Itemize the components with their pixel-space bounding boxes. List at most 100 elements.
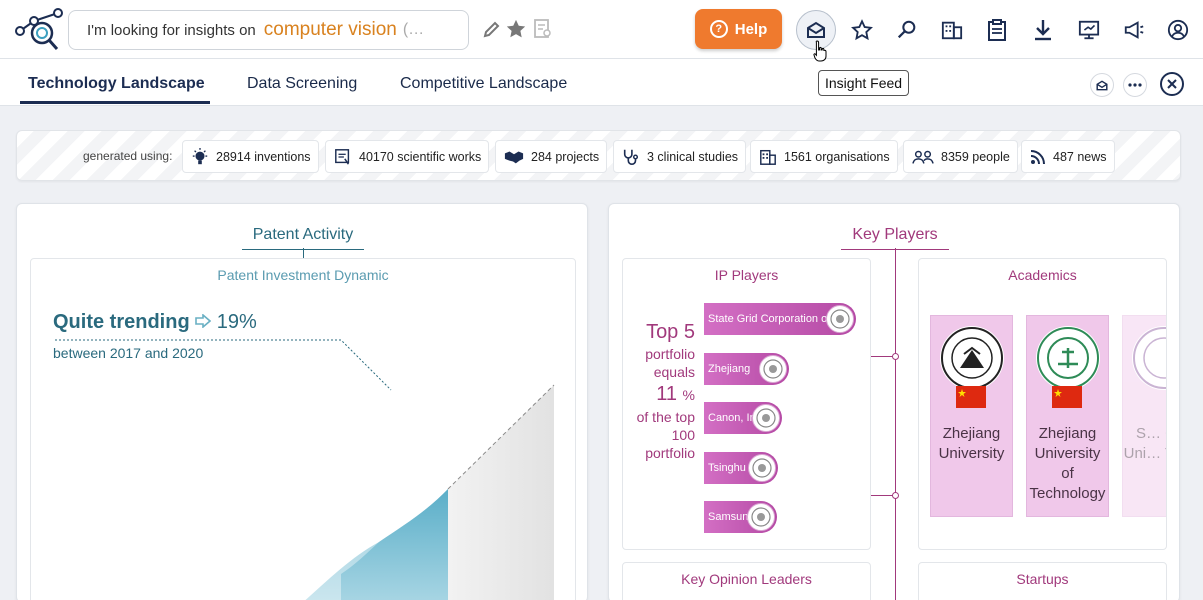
patent-trend-chart [55, 339, 555, 600]
clinical-studies-chip[interactable]: 3 clinical studies [613, 140, 747, 173]
projects-chip[interactable]: 284 projects [495, 140, 608, 173]
tab-technology-landscape[interactable]: Technology Landscape [28, 75, 205, 93]
china-flag-icon [1052, 386, 1082, 408]
ip-player-name: Tsinghu [708, 461, 746, 474]
search-topic-text: computer vision [263, 19, 397, 40]
active-tab-indicator [20, 101, 210, 104]
title-connector [303, 248, 304, 258]
scientific-works-chip[interactable]: 40170 scientific works [325, 140, 490, 173]
clipboard-icon[interactable] [981, 14, 1013, 46]
chip-label: 1561 organisations [784, 149, 890, 164]
ip-player-bar[interactable]: Zhejiang [704, 352, 789, 385]
key-players-panel: Key Players IP Players Top 5 portfolio e… [608, 203, 1180, 600]
ip-player-name: Zhejiang [708, 362, 751, 375]
university-seal-icon [1036, 326, 1100, 390]
key-opinion-leaders-card: Key Opinion Leaders [622, 562, 871, 600]
question-icon: ? [709, 20, 728, 38]
download-icon[interactable] [1027, 14, 1059, 46]
academics-title: Academics [1008, 267, 1077, 283]
handshake-icon [504, 151, 524, 163]
ip-player-name: Samsun [708, 511, 749, 523]
building-icon [760, 149, 776, 165]
document-icon [335, 148, 350, 165]
favorite-star-icon[interactable] [505, 18, 527, 40]
startups-card: Startups [918, 562, 1167, 600]
more-options-icon[interactable] [1123, 73, 1147, 97]
stat-line: of the top [636, 409, 695, 425]
chip-label: 284 projects [531, 149, 600, 164]
company-logo-icon [826, 305, 854, 333]
company-logo-icon [748, 453, 776, 482]
presentation-icon[interactable] [1073, 14, 1105, 46]
chip-label: 40170 scientific works [359, 149, 482, 164]
organisations-chip[interactable]: 1561 organisations [750, 140, 898, 173]
stat-top5: Top 5 [646, 321, 695, 343]
academic-card[interactable]: Zhejiang University [930, 315, 1013, 517]
user-account-icon[interactable] [1162, 14, 1194, 46]
ip-player-bar[interactable]: State Grid Corporation o [704, 303, 856, 335]
tab-data-screening[interactable]: Data Screening [247, 75, 357, 93]
university-seal-icon [1132, 326, 1166, 390]
people-chip[interactable]: 8359 people [903, 140, 1018, 173]
lightbulb-icon [192, 147, 208, 164]
stat-line: equals [653, 364, 695, 380]
ip-player-bar[interactable]: Canon, Inc [704, 402, 782, 434]
patent-activity-title: Patent Activity [242, 226, 364, 250]
ip-players-card: IP Players Top 5 portfolio equals 11 % o… [622, 258, 871, 550]
chip-label: 487 news [1053, 149, 1107, 164]
stat-line: portfolio [645, 346, 695, 362]
search-prefix-text: I'm looking for insights on [87, 21, 256, 39]
key-players-spine [895, 248, 896, 600]
academic-name: Zhejiang University [938, 425, 1005, 462]
key-opinion-leaders-title: Key Opinion Leaders [681, 571, 812, 587]
inventions-chip[interactable]: 28914 inventions [182, 140, 319, 173]
chip-label: 3 clinical studies [647, 149, 739, 164]
academic-name: S… C… Uni… Tec… [1123, 425, 1166, 462]
ip-concentration-stat: Top 5 portfolio equals 11 % of the top 1… [623, 319, 695, 462]
china-flag-icon [956, 386, 986, 408]
tab-insight-feed-icon[interactable] [1090, 73, 1114, 97]
startups-title: Startups [1016, 571, 1069, 587]
report-icon[interactable] [532, 18, 554, 40]
search-ellipsis-text: (… [402, 21, 425, 38]
company-logo-icon [752, 404, 780, 432]
help-label: Help [734, 20, 768, 38]
rss-icon [1030, 149, 1045, 164]
company-logo-icon [747, 503, 775, 531]
news-chip[interactable]: 487 news [1021, 140, 1115, 173]
ip-players-title: IP Players [714, 267, 779, 283]
academics-card: Academics Zhejiang University Zhejiang U… [918, 258, 1167, 550]
spine-node [892, 353, 899, 360]
university-seal-icon [940, 326, 1004, 390]
generated-using-label: generated using: [83, 149, 173, 163]
academic-name: Zhejiang University of Technology [1029, 425, 1106, 502]
bookmarks-star-icon[interactable] [846, 14, 878, 46]
people-icon [912, 150, 934, 164]
insight-feed-tooltip: Insight Feed [818, 70, 910, 96]
patent-activity-panel: Patent Activity Patent Investment Dynami… [16, 203, 588, 600]
ip-player-bar[interactable]: Samsun [704, 501, 777, 533]
company-logo-icon [759, 354, 787, 383]
top-bar: I'm looking for insights on computer vis… [0, 0, 1203, 59]
tab-competitive-landscape[interactable]: Competitive Landscape [400, 75, 567, 93]
key-players-title: Key Players [841, 226, 949, 250]
app-logo-icon[interactable] [12, 7, 66, 53]
help-button[interactable]: ? Help [695, 9, 782, 49]
announcements-icon[interactable] [1118, 14, 1150, 46]
ip-player-bar[interactable]: Tsinghu [704, 451, 778, 484]
trend-area-period [341, 489, 448, 600]
edit-pencil-icon[interactable] [481, 18, 503, 40]
sources-summary: generated using: 28914 inventions 40170 … [16, 130, 1181, 181]
search-history-icon[interactable] [891, 14, 923, 46]
patent-investment-dynamic-card: Patent Investment Dynamic Quite trending… [30, 258, 576, 600]
stat-line: 100 [671, 427, 695, 443]
hand-cursor-icon [813, 40, 827, 67]
stethoscope-icon [623, 149, 639, 165]
academic-card[interactable]: Zhejiang University of Technology [1026, 315, 1109, 517]
search-input[interactable]: I'm looking for insights on computer vis… [68, 10, 469, 50]
spine-node-2 [892, 492, 899, 499]
close-icon[interactable] [1160, 72, 1184, 96]
academic-card[interactable]: S… C… Uni… Tec… [1122, 315, 1166, 517]
chip-label: 8359 people [941, 149, 1010, 164]
organisations-icon[interactable] [936, 14, 968, 46]
